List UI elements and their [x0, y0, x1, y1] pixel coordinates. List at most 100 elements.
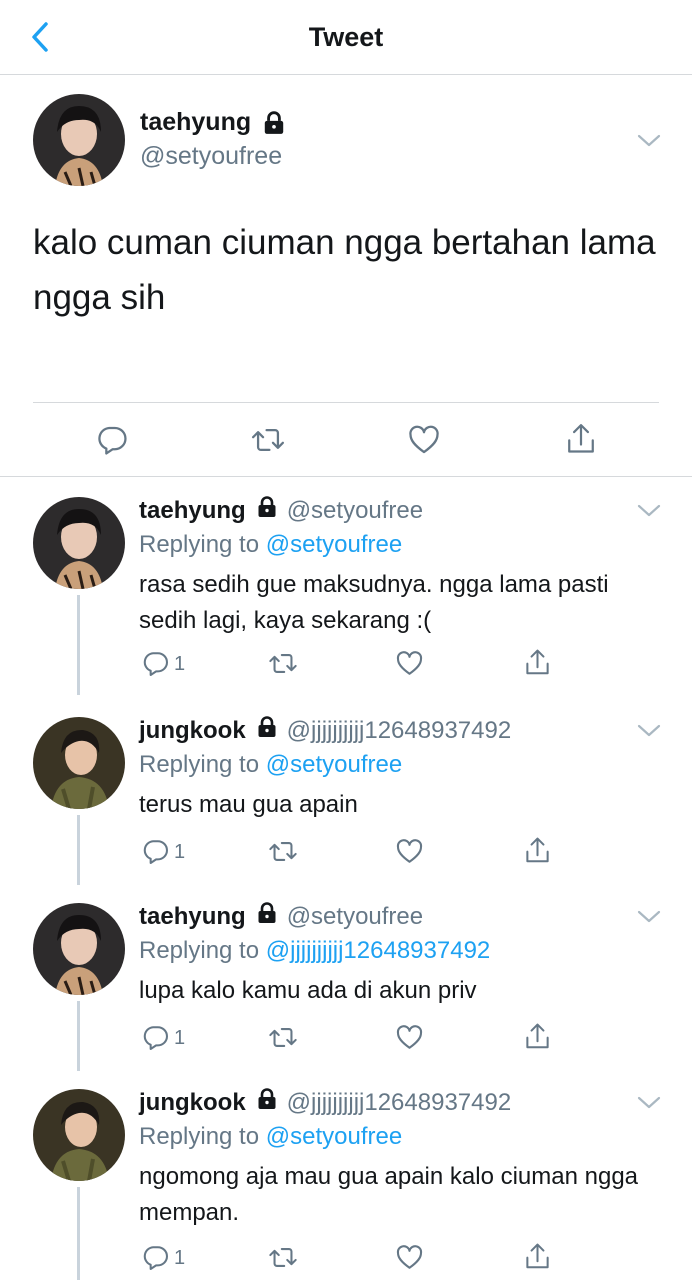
reply-button[interactable]	[141, 837, 170, 871]
reply-author[interactable]: jungkook @jjjjjjjjjj12648937492	[139, 715, 511, 746]
more-options-button[interactable]	[637, 134, 661, 148]
author-name: taehyung	[140, 108, 252, 136]
reply-actions: 1	[0, 1243, 692, 1275]
more-options-button[interactable]	[637, 504, 661, 518]
reply-button[interactable]	[141, 1243, 170, 1277]
replying-to: Replying to @jjjjjjjjjj12648937492	[139, 937, 490, 965]
reply-author[interactable]: taehyung @setyoufree	[139, 495, 423, 526]
retweet-icon	[269, 842, 297, 861]
chevron-down-icon	[637, 910, 661, 923]
retweet-button[interactable]	[249, 423, 287, 462]
reply-tweet: taehyung @setyoufree Replying to @setyou…	[0, 477, 692, 695]
share-icon	[526, 837, 549, 863]
author-name: jungkook	[139, 716, 246, 744]
like-button[interactable]	[407, 423, 441, 462]
retweet-button[interactable]	[267, 1023, 299, 1057]
lock-icon	[255, 495, 279, 526]
lock-icon	[255, 901, 279, 932]
main-tweet-author[interactable]: taehyung	[140, 108, 287, 137]
retweet-button[interactable]	[267, 1243, 299, 1277]
share-button[interactable]	[523, 647, 552, 683]
chevron-down-icon	[637, 724, 661, 737]
reply-actions: 1	[0, 837, 692, 869]
author-handle: @setyoufree	[286, 496, 424, 524]
like-button[interactable]	[395, 1243, 424, 1277]
chevron-down-icon	[637, 1096, 661, 1109]
share-icon	[526, 1023, 549, 1049]
retweet-icon	[269, 654, 297, 673]
lock-icon	[264, 110, 284, 134]
reply-text: ngomong aja mau gua apain kalo ciuman ng…	[139, 1163, 639, 1226]
avatar[interactable]	[33, 717, 125, 809]
reply-text: terus mau gua apain	[139, 791, 358, 818]
reply-actions: 1	[0, 1023, 692, 1055]
page-title: Tweet	[308, 22, 384, 52]
author-name: taehyung	[139, 496, 246, 524]
retweet-icon	[269, 1248, 297, 1267]
share-button[interactable]	[523, 835, 552, 871]
reply-button[interactable]	[141, 649, 170, 683]
main-tweet: taehyung @setyoufree kalo cuman ciuman n…	[0, 75, 692, 477]
replying-label: Replying to	[139, 751, 260, 778]
reply-icon	[143, 652, 168, 677]
chevron-down-icon	[637, 504, 661, 517]
retweet-button[interactable]	[267, 837, 299, 871]
avatar-photo-jungkook	[33, 717, 125, 809]
reply-count: 1	[174, 653, 186, 675]
heart-icon	[396, 651, 423, 675]
reply-icon	[143, 1246, 168, 1271]
avatar[interactable]	[33, 903, 125, 995]
reply-author[interactable]: taehyung @setyoufree	[139, 901, 423, 932]
lock-icon	[255, 1087, 279, 1118]
reply-tweet: jungkook @jjjjjjjjjj12648937492 Replying…	[0, 697, 692, 885]
more-options-button[interactable]	[637, 1096, 661, 1110]
like-button[interactable]	[395, 1023, 424, 1057]
replying-label: Replying to	[139, 937, 260, 964]
like-button[interactable]	[395, 649, 424, 683]
retweet-button[interactable]	[267, 649, 299, 683]
share-icon	[526, 649, 549, 675]
author-name: taehyung	[139, 902, 246, 930]
divider	[33, 402, 659, 403]
reply-text: rasa sedih gue maksudnya. ngga lama past…	[139, 571, 609, 634]
more-options-button[interactable]	[637, 910, 661, 924]
replying-to: Replying to @setyoufree	[139, 751, 402, 779]
lock-icon	[255, 715, 279, 746]
mention-link[interactable]: @setyoufree	[266, 751, 402, 778]
avatar[interactable]	[33, 1089, 125, 1181]
reply-tweet: jungkook @jjjjjjjjjj12648937492 Replying…	[0, 1069, 692, 1280]
retweet-icon	[251, 428, 285, 452]
heart-icon	[396, 1025, 423, 1049]
avatar[interactable]	[33, 94, 125, 186]
share-button[interactable]	[523, 1021, 552, 1057]
mention-link[interactable]: @setyoufree	[266, 1123, 402, 1150]
share-icon	[568, 424, 594, 453]
reply-icon	[98, 426, 127, 455]
reply-count: 1	[174, 1027, 186, 1049]
reply-icon	[143, 840, 168, 865]
top-bar: Tweet	[0, 0, 692, 75]
author-handle[interactable]: @setyoufree	[140, 142, 282, 171]
avatar[interactable]	[33, 497, 125, 589]
mention-link[interactable]: @setyoufree	[266, 531, 402, 558]
heart-icon	[396, 839, 423, 863]
reply-button[interactable]	[141, 1023, 170, 1057]
share-button[interactable]	[523, 1241, 552, 1277]
like-button[interactable]	[395, 837, 424, 871]
author-handle: @jjjjjjjjjj12648937492	[286, 1088, 512, 1116]
replying-to: Replying to @setyoufree	[139, 531, 402, 559]
replying-label: Replying to	[139, 531, 260, 558]
heart-icon	[396, 1245, 423, 1269]
tweet-text: kalo cuman ciuman ngga bertahan lama ngg…	[33, 223, 656, 317]
chevron-down-icon	[637, 134, 661, 147]
reply-button[interactable]	[95, 423, 129, 462]
share-button[interactable]	[564, 421, 598, 462]
author-name: jungkook	[139, 1088, 246, 1116]
reply-tweet: taehyung @setyoufree Replying to @jjjjjj…	[0, 883, 692, 1071]
avatar-photo-jungkook	[33, 1089, 125, 1181]
reply-author[interactable]: jungkook @jjjjjjjjjj12648937492	[139, 1087, 511, 1118]
mention-link[interactable]: @jjjjjjjjjj12648937492	[266, 937, 491, 964]
replying-label: Replying to	[139, 1123, 260, 1150]
more-options-button[interactable]	[637, 724, 661, 738]
retweet-icon	[269, 1028, 297, 1047]
